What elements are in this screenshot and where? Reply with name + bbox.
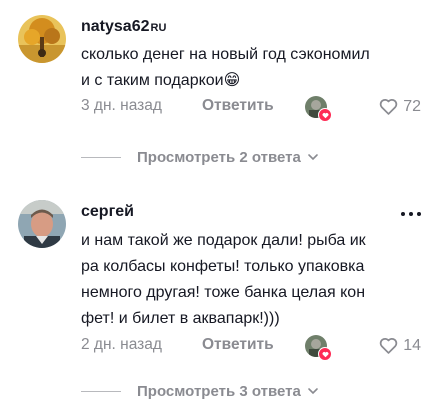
like-button[interactable]: 14 [378, 335, 421, 356]
reply-button[interactable]: Ответить [202, 97, 274, 115]
username-text[interactable]: natysa62 [81, 18, 150, 35]
comment-text: сколько денег на новый год сэкономил и с… [81, 42, 421, 94]
comment-text-line: ра колбасы конфеты! только упаковка [81, 258, 365, 275]
username-text[interactable]: сергей [81, 203, 134, 220]
comment-text-line: и с таким подаркои😁 [81, 72, 241, 89]
heart-outline-icon [379, 337, 398, 354]
comment-time: 3 дн. назад [81, 97, 162, 114]
region-label: RU [150, 22, 167, 34]
author-liked-badge [305, 335, 332, 361]
username[interactable]: сергей [81, 203, 134, 221]
like-count: 72 [403, 97, 421, 115]
heart-filled-icon [318, 108, 332, 122]
comment-text-line: немного другая! тоже банка целая кон [81, 284, 366, 301]
chevron-down-icon [308, 154, 318, 161]
avatar[interactable] [18, 200, 66, 248]
view-replies-button[interactable]: Просмотреть 2 ответа [81, 147, 319, 167]
divider [81, 390, 121, 392]
comment-text-line: и нам такой же подарок дали! рыба ик [81, 232, 366, 249]
username[interactable]: natysa62RU [81, 18, 166, 36]
heart-filled-icon [318, 347, 332, 361]
view-replies-label: Просмотреть 2 ответа [137, 148, 301, 166]
chevron-down-icon [308, 388, 318, 395]
comment-time: 2 дн. назад [81, 336, 162, 353]
comment-text: и нам такой же подарок дали! рыба ик ра … [81, 228, 421, 332]
comment-meta: 3 дн. назад Ответить 72 [81, 96, 421, 122]
avatar[interactable] [18, 15, 66, 63]
author-liked-badge [305, 96, 332, 122]
view-replies-button[interactable]: Просмотреть 3 ответа [81, 381, 319, 401]
comment-meta: 2 дн. назад Ответить 14 [81, 335, 421, 361]
like-count: 14 [403, 336, 421, 354]
comment-text-line: сколько денег на новый год сэкономил [81, 46, 370, 63]
more-horizontal-icon[interactable] [401, 212, 421, 216]
divider [81, 156, 121, 158]
comment-text-line: фет! и билет в аквапарк!))) [81, 310, 280, 327]
view-replies-label: Просмотреть 3 ответа [137, 382, 301, 400]
reply-button[interactable]: Ответить [202, 336, 274, 354]
like-button[interactable]: 72 [378, 96, 421, 117]
heart-outline-icon [379, 98, 398, 115]
